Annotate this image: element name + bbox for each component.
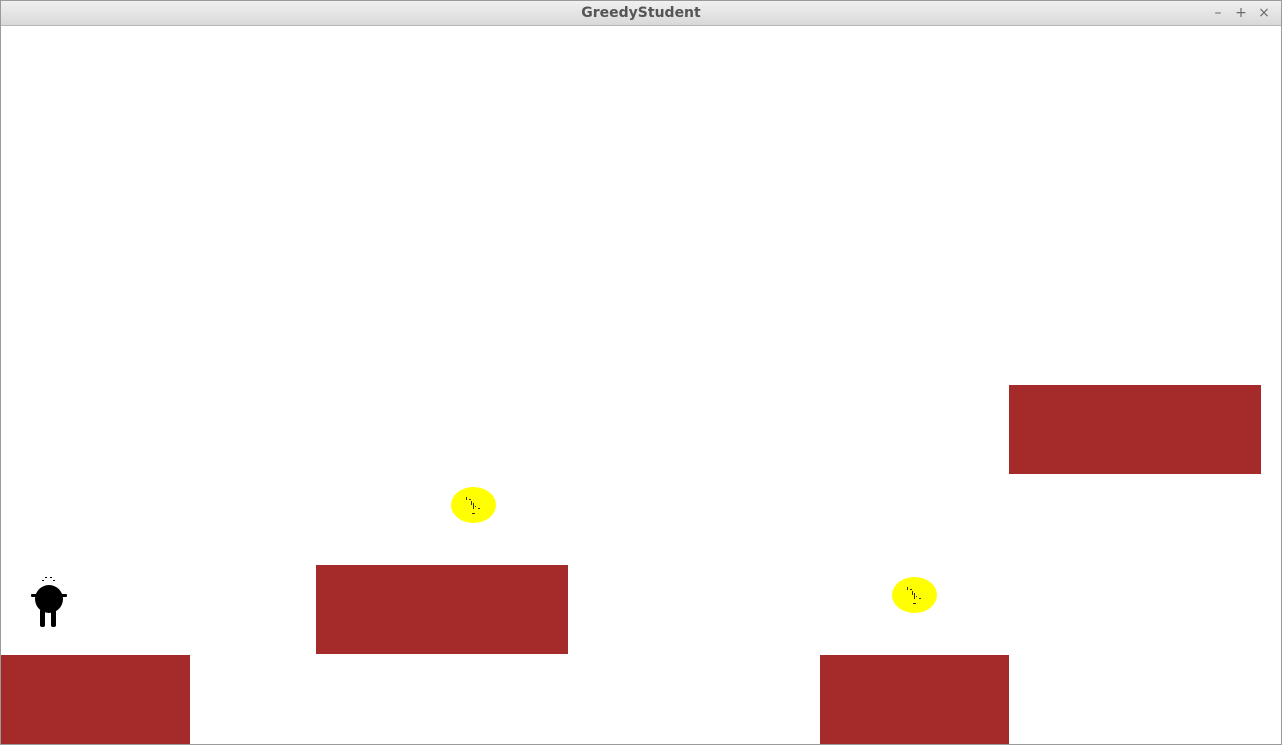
maximize-button[interactable]: + xyxy=(1232,4,1250,22)
platform-ground-right xyxy=(820,655,1009,744)
minimize-button[interactable]: – xyxy=(1209,4,1227,22)
coin xyxy=(892,577,937,613)
platform-high-right xyxy=(1009,385,1261,474)
game-canvas[interactable] xyxy=(1,26,1281,744)
coin-symbol-icon xyxy=(907,587,921,604)
coin-symbol-icon xyxy=(466,497,480,514)
player-student-icon xyxy=(31,577,67,627)
platform-middle-left xyxy=(316,565,568,654)
platform-ground-left xyxy=(1,655,190,744)
close-button[interactable]: × xyxy=(1255,4,1273,22)
coin xyxy=(451,487,496,523)
window-title: GreedyStudent xyxy=(581,5,701,21)
title-bar[interactable]: GreedyStudent – + × xyxy=(1,1,1281,26)
game-window: GreedyStudent – + × xyxy=(0,0,1282,745)
